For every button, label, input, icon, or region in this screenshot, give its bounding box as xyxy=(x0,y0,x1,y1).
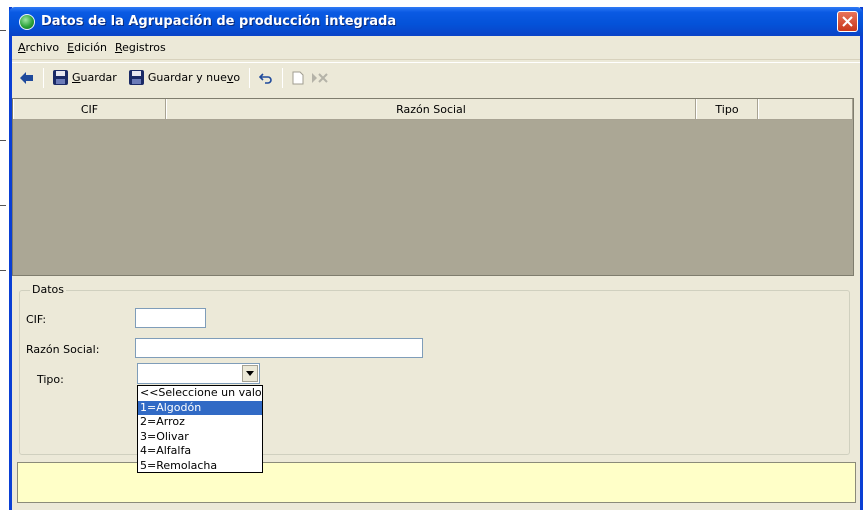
tipo-select[interactable] xyxy=(137,363,260,384)
title-bar[interactable]: Datos de la Agrupación de producción int… xyxy=(9,7,863,36)
tipo-option-selected[interactable]: 1=Algodón xyxy=(138,400,262,416)
menu-edicion[interactable]: Edición xyxy=(67,41,107,54)
back-button[interactable] xyxy=(16,67,38,89)
cif-label: CIF: xyxy=(26,313,47,326)
tipo-option[interactable]: 2=Arroz xyxy=(138,415,262,430)
save-button[interactable]: Guardar xyxy=(49,67,121,89)
menu-archivo[interactable]: Archivo xyxy=(18,41,59,54)
tipo-option[interactable]: 5=Remolacha xyxy=(138,459,262,474)
cif-input[interactable] xyxy=(135,308,206,328)
window-title: Datos de la Agrupación de producción int… xyxy=(41,14,397,29)
close-button[interactable] xyxy=(837,11,858,32)
column-header-empty xyxy=(758,99,853,119)
razon-social-label: Razón Social: xyxy=(26,343,100,356)
razon-social-input[interactable] xyxy=(135,338,423,358)
delete-record-button[interactable] xyxy=(308,67,332,89)
column-header-razon-social[interactable]: Razón Social xyxy=(166,99,696,119)
chevron-down-icon xyxy=(246,371,254,376)
records-grid[interactable]: CIF Razón Social Tipo xyxy=(12,98,854,276)
tipo-option[interactable]: 3=Olivar xyxy=(138,430,262,445)
menu-registros[interactable]: Registros xyxy=(115,41,166,54)
save-new-disk-icon xyxy=(128,70,144,85)
background-tick xyxy=(0,205,6,206)
tipo-dropdown-list[interactable]: <<Seleccione un valor>> 1=Algodón 2=Arro… xyxy=(137,385,263,473)
tipo-option[interactable]: <<Seleccione un valor>> xyxy=(138,386,262,401)
save-disk-icon xyxy=(53,70,68,85)
close-icon xyxy=(842,16,853,27)
column-header-tipo[interactable]: Tipo xyxy=(696,99,758,119)
dropdown-arrow-button[interactable] xyxy=(242,365,258,382)
app-globe-icon xyxy=(19,13,35,30)
toolbar-separator xyxy=(43,67,44,88)
datos-group-title: Datos xyxy=(30,283,66,296)
background-tick xyxy=(0,140,6,141)
background-tick xyxy=(0,30,6,31)
menu-bar: Archivo Edición Registros xyxy=(12,36,860,60)
tipo-option[interactable]: 4=Alfalfa xyxy=(138,444,262,459)
column-header-cif[interactable]: CIF xyxy=(13,99,166,119)
save-and-new-button[interactable]: Guardar y nuevo xyxy=(125,67,244,89)
back-arrow-icon xyxy=(20,71,33,84)
new-document-button[interactable] xyxy=(288,67,308,89)
toolbar: Guardar Guardar y nuevo xyxy=(12,62,860,92)
toolbar-separator xyxy=(282,67,284,88)
toolbar-separator xyxy=(249,67,251,88)
new-document-icon xyxy=(292,71,304,84)
delete-record-icon xyxy=(312,72,328,83)
tipo-label: Tipo: xyxy=(37,373,64,386)
background-tick xyxy=(0,270,6,271)
undo-icon xyxy=(259,72,272,84)
grid-header: CIF Razón Social Tipo xyxy=(13,99,853,120)
undo-button[interactable] xyxy=(255,67,277,89)
